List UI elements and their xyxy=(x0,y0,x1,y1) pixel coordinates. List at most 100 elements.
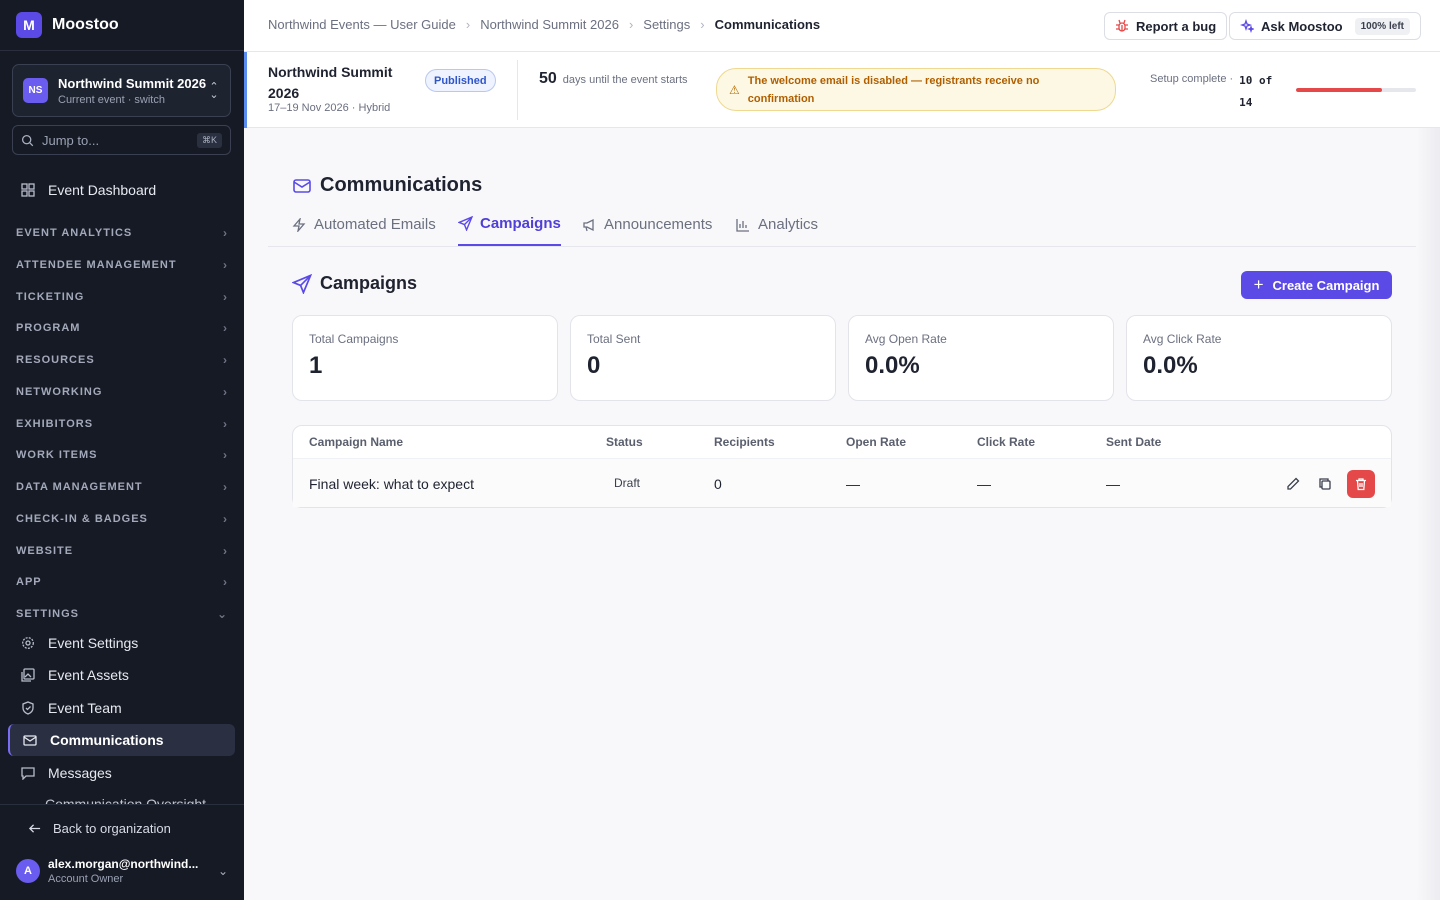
zap-icon xyxy=(292,217,307,232)
gear-icon xyxy=(20,635,36,651)
event-status-bar: Northwind Summit 2026 17–19 Nov 2026 · H… xyxy=(244,52,1440,128)
sidebar-item-label: Event Dashboard xyxy=(48,182,157,198)
sidebar-item-label: Messages xyxy=(48,765,112,781)
setup-label: Setup complete · xyxy=(1150,73,1234,85)
section-event-analytics[interactable]: EVENT ANALYTICS › xyxy=(16,223,228,243)
recipients-value: 0 xyxy=(714,476,722,492)
section-label: RESOURCES xyxy=(16,354,95,366)
stat-label: Total Sent xyxy=(587,332,641,346)
chevron-right-icon: › xyxy=(223,258,228,272)
setup-progress[interactable]: Setup complete · 10 of 14 xyxy=(1150,70,1279,114)
stat-value: 0.0% xyxy=(865,352,920,379)
stat-card-avg-click-rate: Avg Click Rate 0.0% xyxy=(1126,315,1392,401)
sidebar-footer: Back to organization A alex.morgan@north… xyxy=(0,804,244,900)
sparkles-icon xyxy=(1240,19,1254,33)
breadcrumb: Northwind Events — User Guide › Northwin… xyxy=(268,17,820,32)
event-switcher[interactable]: NS Northwind Summit 2026 Current event ·… xyxy=(12,64,231,117)
table-row[interactable]: Final week: what to expect Draft 0 — — — xyxy=(293,458,1391,507)
chevron-right-icon: › xyxy=(465,17,471,32)
tab-campaigns[interactable]: Campaigns xyxy=(458,203,561,246)
section-attendee-management[interactable]: ATTENDEE MANAGEMENT › xyxy=(16,255,228,275)
report-bug-button[interactable]: Report a bug xyxy=(1104,12,1228,40)
section-work-items[interactable]: WORK ITEMS › xyxy=(16,445,228,465)
delete-button[interactable] xyxy=(1347,470,1375,498)
topbar: Northwind Events — User Guide › Northwin… xyxy=(244,0,1440,52)
chevron-right-icon: › xyxy=(223,544,228,558)
sidebar-item-messages[interactable]: Messages xyxy=(8,757,235,789)
column-header[interactable]: Status xyxy=(606,435,643,449)
column-header[interactable]: Click Rate xyxy=(977,435,1035,449)
tab-label: Analytics xyxy=(758,216,819,233)
copy-icon xyxy=(1319,478,1331,490)
jump-to-input[interactable]: Jump to... ⌘K xyxy=(12,125,231,155)
brand-name: Moostoo xyxy=(52,16,119,33)
section-networking[interactable]: NETWORKING › xyxy=(16,382,228,402)
breadcrumb-item[interactable]: Northwind Events — User Guide xyxy=(268,17,456,32)
chevron-updown-icon: ⌃ ⌄ xyxy=(209,80,219,101)
search-icon xyxy=(21,134,34,146)
send-icon xyxy=(458,216,473,231)
column-header[interactable]: Open Rate xyxy=(846,435,906,449)
warning-triangle-icon: ⚠ xyxy=(729,82,740,97)
sidebar-item-label: Communications xyxy=(50,732,164,748)
chevron-right-icon: › xyxy=(223,385,228,399)
page-title: Communications xyxy=(320,174,483,196)
sidebar-item-event-assets[interactable]: Event Assets xyxy=(8,659,235,691)
stat-card-total-campaigns: Total Campaigns 1 xyxy=(292,315,558,401)
avatar: A xyxy=(16,859,40,883)
section-exhibitors[interactable]: EXHIBITORS › xyxy=(16,414,228,434)
back-to-organization-link[interactable]: Back to organization xyxy=(28,821,171,836)
chevron-right-icon: › xyxy=(223,448,228,462)
sidebar-item-communication-oversight[interactable]: Communication Oversight xyxy=(45,796,206,804)
event-badge: NS xyxy=(23,78,48,103)
section-resources[interactable]: RESOURCES › xyxy=(16,350,228,370)
breadcrumb-current: Communications xyxy=(714,17,821,32)
sidebar-item-event-team[interactable]: Event Team xyxy=(8,692,235,724)
campaign-name[interactable]: Final week: what to expect xyxy=(309,476,474,492)
tab-label: Announcements xyxy=(604,216,713,233)
create-campaign-button[interactable]: + Create Campaign xyxy=(1241,271,1392,299)
brand[interactable]: M Moostoo xyxy=(0,0,244,51)
tab-announcements[interactable]: Announcements xyxy=(582,203,712,246)
duplicate-button[interactable] xyxy=(1311,470,1339,498)
sidebar-item-event-dashboard[interactable]: Event Dashboard xyxy=(8,174,235,206)
bug-icon xyxy=(1115,19,1129,33)
send-icon xyxy=(292,273,312,294)
user-menu[interactable]: A alex.morgan@northwind... Account Owner… xyxy=(16,857,228,885)
section-data-management[interactable]: DATA MANAGEMENT › xyxy=(16,477,228,497)
section-settings[interactable]: SETTINGS ⌄ xyxy=(16,604,228,624)
column-header[interactable]: Recipients xyxy=(714,435,775,449)
breadcrumb-item[interactable]: Settings xyxy=(643,17,690,32)
days-countdown: 50 days until the event starts xyxy=(539,70,689,89)
column-header[interactable]: Sent Date xyxy=(1106,435,1161,449)
section-website[interactable]: WEBSITE › xyxy=(16,541,228,561)
breadcrumb-item[interactable]: Northwind Summit 2026 xyxy=(480,17,619,32)
message-square-icon xyxy=(20,765,36,781)
edit-button[interactable] xyxy=(1279,470,1307,498)
section-label: EXHIBITORS xyxy=(16,418,94,430)
shortcut-hint: ⌘K xyxy=(196,132,222,148)
tab-automated-emails[interactable]: Automated Emails xyxy=(292,203,436,246)
column-header[interactable]: Campaign Name xyxy=(309,435,403,449)
grid-icon xyxy=(20,182,36,198)
report-bug-label: Report a bug xyxy=(1136,18,1217,34)
click-rate-value: — xyxy=(977,476,991,492)
section-label: CHECK-IN & BADGES xyxy=(16,513,148,525)
ask-moostoo-button[interactable]: Ask Moostoo 100% left xyxy=(1229,12,1421,40)
warning-text: The welcome email is disabled — registra… xyxy=(747,74,1040,105)
campaigns-title: Campaigns xyxy=(320,273,418,293)
section-label: NETWORKING xyxy=(16,386,103,398)
days-count: 50 xyxy=(539,70,557,87)
section-program[interactable]: PROGRAM › xyxy=(16,318,228,338)
sidebar-item-communications[interactable]: Communications xyxy=(8,724,235,756)
welcome-email-warning[interactable]: ⚠ The welcome email is disabled — regist… xyxy=(716,68,1116,111)
section-app[interactable]: APP › xyxy=(16,572,228,592)
tab-analytics[interactable]: Analytics xyxy=(736,203,818,246)
chevron-right-icon: › xyxy=(628,17,634,32)
arrow-left-icon xyxy=(28,824,41,833)
chevron-right-icon: › xyxy=(223,290,228,304)
sidebar-item-event-settings[interactable]: Event Settings xyxy=(8,627,235,659)
section-check-in-badges[interactable]: CHECK-IN & BADGES › xyxy=(16,509,228,529)
section-ticketing[interactable]: TICKETING › xyxy=(16,287,228,307)
event-title: Northwind Summit 2026 xyxy=(268,64,393,101)
